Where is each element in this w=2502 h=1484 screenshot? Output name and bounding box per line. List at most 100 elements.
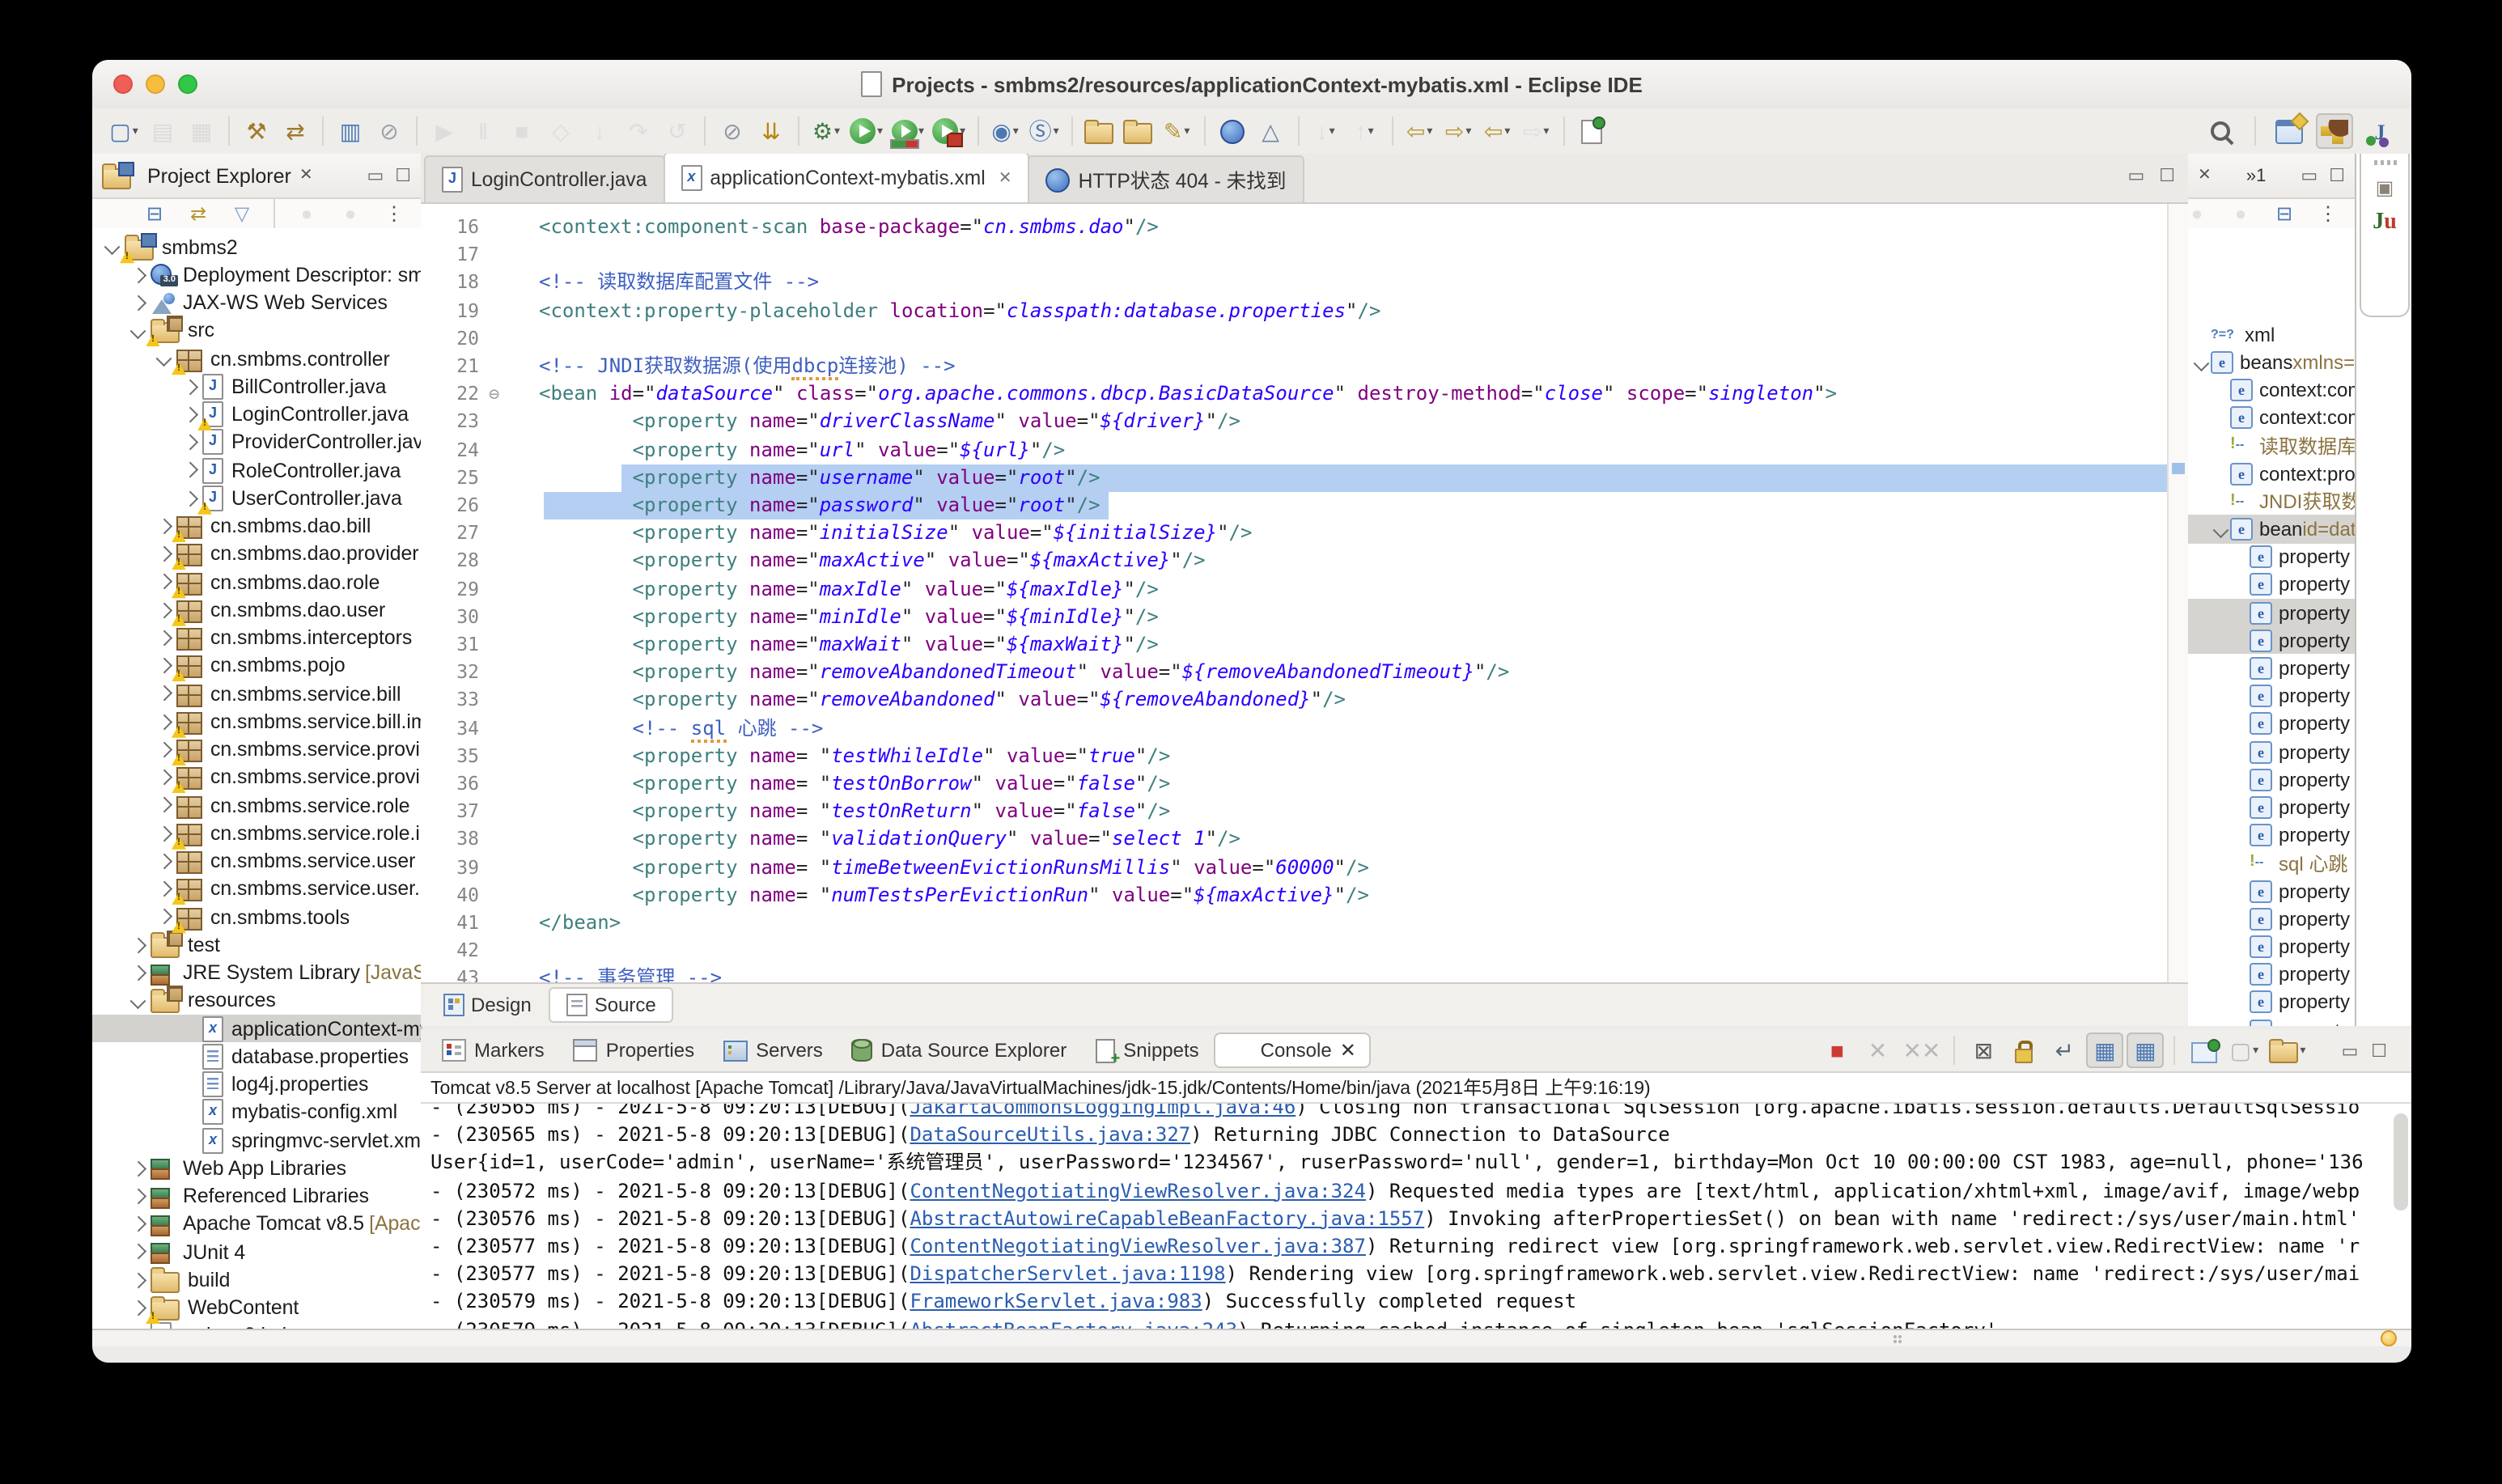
- chevron-right-icon[interactable]: [156, 909, 171, 924]
- chevron-right-icon[interactable]: [130, 1189, 145, 1203]
- tree-item-src[interactable]: src: [92, 317, 421, 346]
- maximize-outline-button[interactable]: ☐: [2329, 165, 2345, 186]
- chevron-right-icon[interactable]: [156, 603, 171, 617]
- outline-item-property[interactable]: property: [2188, 571, 2355, 599]
- tree-item-cn-smbms-tools[interactable]: cn.smbms.tools: [92, 903, 421, 931]
- faded-b-button[interactable]: ●: [2222, 196, 2259, 231]
- code-line-23[interactable]: 23<property name="driverClassName" value…: [421, 409, 2169, 436]
- outline-item-xml[interactable]: xml: [2188, 320, 2355, 348]
- chevron-right-icon[interactable]: [156, 630, 171, 645]
- outline-item-property[interactable]: property: [2188, 738, 2355, 765]
- outline-item-item[interactable]: 读取数据库配: [2188, 432, 2355, 460]
- open-file-folder-button[interactable]: [1119, 113, 1156, 149]
- outline-item-context-com[interactable]: context:com: [2188, 404, 2355, 431]
- chevron-right-icon[interactable]: [130, 1161, 145, 1176]
- code-line-37[interactable]: 37<property name= "testOnReturn" value="…: [421, 798, 2169, 825]
- open-perspective-button[interactable]: [2271, 113, 2308, 149]
- save-all-button[interactable]: ▦: [183, 113, 220, 149]
- generate-button[interactable]: ⇄: [277, 113, 314, 149]
- new-wizard-button[interactable]: ▢▾: [105, 113, 142, 149]
- previous-annotation-button[interactable]: ⇦▾: [1401, 113, 1438, 149]
- tab-design[interactable]: Design: [427, 989, 548, 1021]
- drag-handle-icon[interactable]: [2373, 160, 2396, 165]
- chevron-down-icon[interactable]: [156, 351, 171, 366]
- tree-item-billcontroller-java[interactable]: BillController.java: [92, 373, 421, 401]
- export-button[interactable]: ↑▾: [1346, 113, 1383, 149]
- new-web-service-button[interactable]: ◉▾: [986, 113, 1024, 149]
- console-tab-snippets[interactable]: Snippets: [1083, 1033, 1211, 1067]
- code-line-27[interactable]: 27<property name="initialSize" value="${…: [421, 519, 2169, 547]
- code-line-17[interactable]: 17: [421, 241, 2169, 269]
- outline-item-property[interactable]: property: [2188, 599, 2355, 626]
- chevron-right-icon[interactable]: [130, 965, 145, 980]
- console-source-link[interactable]: DataSourceUtils.java:327: [910, 1123, 1190, 1146]
- console-output[interactable]: - (230565 ms) - 2021-5-8 09:20:13[DEBUG]…: [421, 1104, 2411, 1346]
- minimize-outline-button[interactable]: ▭: [2301, 165, 2318, 186]
- inspect-button[interactable]: ⊘: [371, 113, 408, 149]
- faded-a-button[interactable]: ●: [288, 196, 325, 231]
- tree-item-resources[interactable]: resources: [92, 987, 421, 1015]
- chevron-right-icon[interactable]: [156, 882, 171, 897]
- console-source-link[interactable]: JakartaCommonsLoggingImpl.java:46: [910, 1104, 1296, 1118]
- chevron-right-icon[interactable]: [156, 659, 171, 673]
- tree-item-springmvc-servlet-xml[interactable]: springmvc-servlet.xml: [92, 1126, 421, 1155]
- outline-item-property[interactable]: property: [2188, 989, 2355, 1016]
- outline-item-property[interactable]: property: [2188, 710, 2355, 738]
- collapse-all-button[interactable]: ⊟: [2266, 196, 2303, 231]
- debug-bug-button[interactable]: ⚙▾: [808, 113, 845, 149]
- tree-item-cn-smbms-dao-provider[interactable]: cn.smbms.dao.provider: [92, 541, 421, 569]
- run-external-button[interactable]: ▾: [929, 113, 969, 149]
- run-button[interactable]: ▾: [846, 113, 886, 149]
- forward-button[interactable]: ⇨▾: [1517, 113, 1554, 149]
- restore-view-button[interactable]: ▣: [2376, 176, 2394, 199]
- code-line-29[interactable]: 29<property name="maxIdle" value="${maxI…: [421, 575, 2169, 603]
- pin-console-button[interactable]: [2185, 1032, 2222, 1068]
- step-return-button[interactable]: ↺: [659, 113, 696, 149]
- disconnect-button[interactable]: ◇: [542, 113, 579, 149]
- maximize-console-button[interactable]: ☐: [2371, 1040, 2387, 1061]
- tree-item-usercontroller-java[interactable]: UserController.java: [92, 485, 421, 513]
- pin-editor-button[interactable]: [1572, 113, 1609, 149]
- console-source-link[interactable]: AbstractAutowireCapableBeanFactory.java:…: [910, 1207, 1424, 1230]
- code-line-34[interactable]: 34<!-- sql 心跳 -->: [421, 714, 2169, 742]
- tree-item-deployment-descriptor-smbms2[interactable]: Deployment Descriptor: smbms2: [92, 261, 421, 290]
- console-source-link[interactable]: ContentNegotiatingViewResolver.java:324: [910, 1179, 1366, 1202]
- perspective-java-ee-button[interactable]: [2316, 113, 2353, 149]
- chevron-right-icon[interactable]: [156, 575, 171, 589]
- view-menu-button[interactable]: ⋮: [375, 196, 413, 231]
- filter-button[interactable]: ▽: [223, 196, 261, 231]
- code-line-18[interactable]: 18<!-- 读取数据库配置文件 -->: [421, 269, 2169, 297]
- step-over-button[interactable]: ↷: [620, 113, 657, 149]
- scroll-lock-button[interactable]: [2005, 1032, 2042, 1068]
- chevron-right-icon[interactable]: [156, 826, 171, 841]
- word-wrap-button[interactable]: ↵: [2046, 1032, 2083, 1068]
- display-selected-console-button[interactable]: ▢▾: [2225, 1032, 2262, 1068]
- console-tab-servers[interactable]: Servers: [710, 1034, 836, 1066]
- back-button[interactable]: ⇦▾: [1478, 113, 1516, 149]
- outline-item-property[interactable]: property: [2188, 960, 2355, 988]
- code-line-36[interactable]: 36<property name= "testOnBorrow" value="…: [421, 770, 2169, 798]
- chevron-right-icon[interactable]: [182, 463, 197, 477]
- overview-ruler[interactable]: [2167, 204, 2188, 982]
- new-server-button[interactable]: ▥: [332, 113, 369, 149]
- chevron-right-icon[interactable]: [130, 295, 145, 310]
- editor-tab-applicationcontext-mybatis-xml[interactable]: applicationContext-mybatis.xml✕: [663, 154, 1029, 202]
- tree-item-cn-smbms-controller[interactable]: cn.smbms.controller: [92, 345, 421, 373]
- maximize-editor-button[interactable]: ☐: [2159, 165, 2175, 186]
- outline-item-property[interactable]: property: [2188, 765, 2355, 793]
- outline-item-context-prop[interactable]: context:prop: [2188, 460, 2355, 487]
- tree-item-smbms2[interactable]: smbms2: [92, 233, 421, 261]
- code-line-26[interactable]: 26<property name="password" value="root"…: [421, 492, 2169, 519]
- tree-item-cn-smbms-interceptors[interactable]: cn.smbms.interceptors: [92, 624, 421, 652]
- tree-item-jax-ws-web-services[interactable]: JAX-WS Web Services: [92, 289, 421, 317]
- tree-item-cn-smbms-service-role[interactable]: cn.smbms.service.role: [92, 791, 421, 820]
- code-line-31[interactable]: 31<property name="maxWait" value="${maxW…: [421, 631, 2169, 659]
- chevron-right-icon[interactable]: [182, 407, 197, 422]
- editor-tab-logincontroller-java[interactable]: LoginController.java: [424, 155, 664, 202]
- coverage-button[interactable]: ▾: [888, 113, 927, 149]
- chevron-down-icon[interactable]: [130, 324, 145, 338]
- step-filters-button[interactable]: ⇊: [753, 113, 790, 149]
- tree-item-test[interactable]: test: [92, 931, 421, 960]
- open-console-button[interactable]: ▾: [2266, 1032, 2309, 1068]
- clear-console-button[interactable]: ⊠: [1965, 1032, 2002, 1068]
